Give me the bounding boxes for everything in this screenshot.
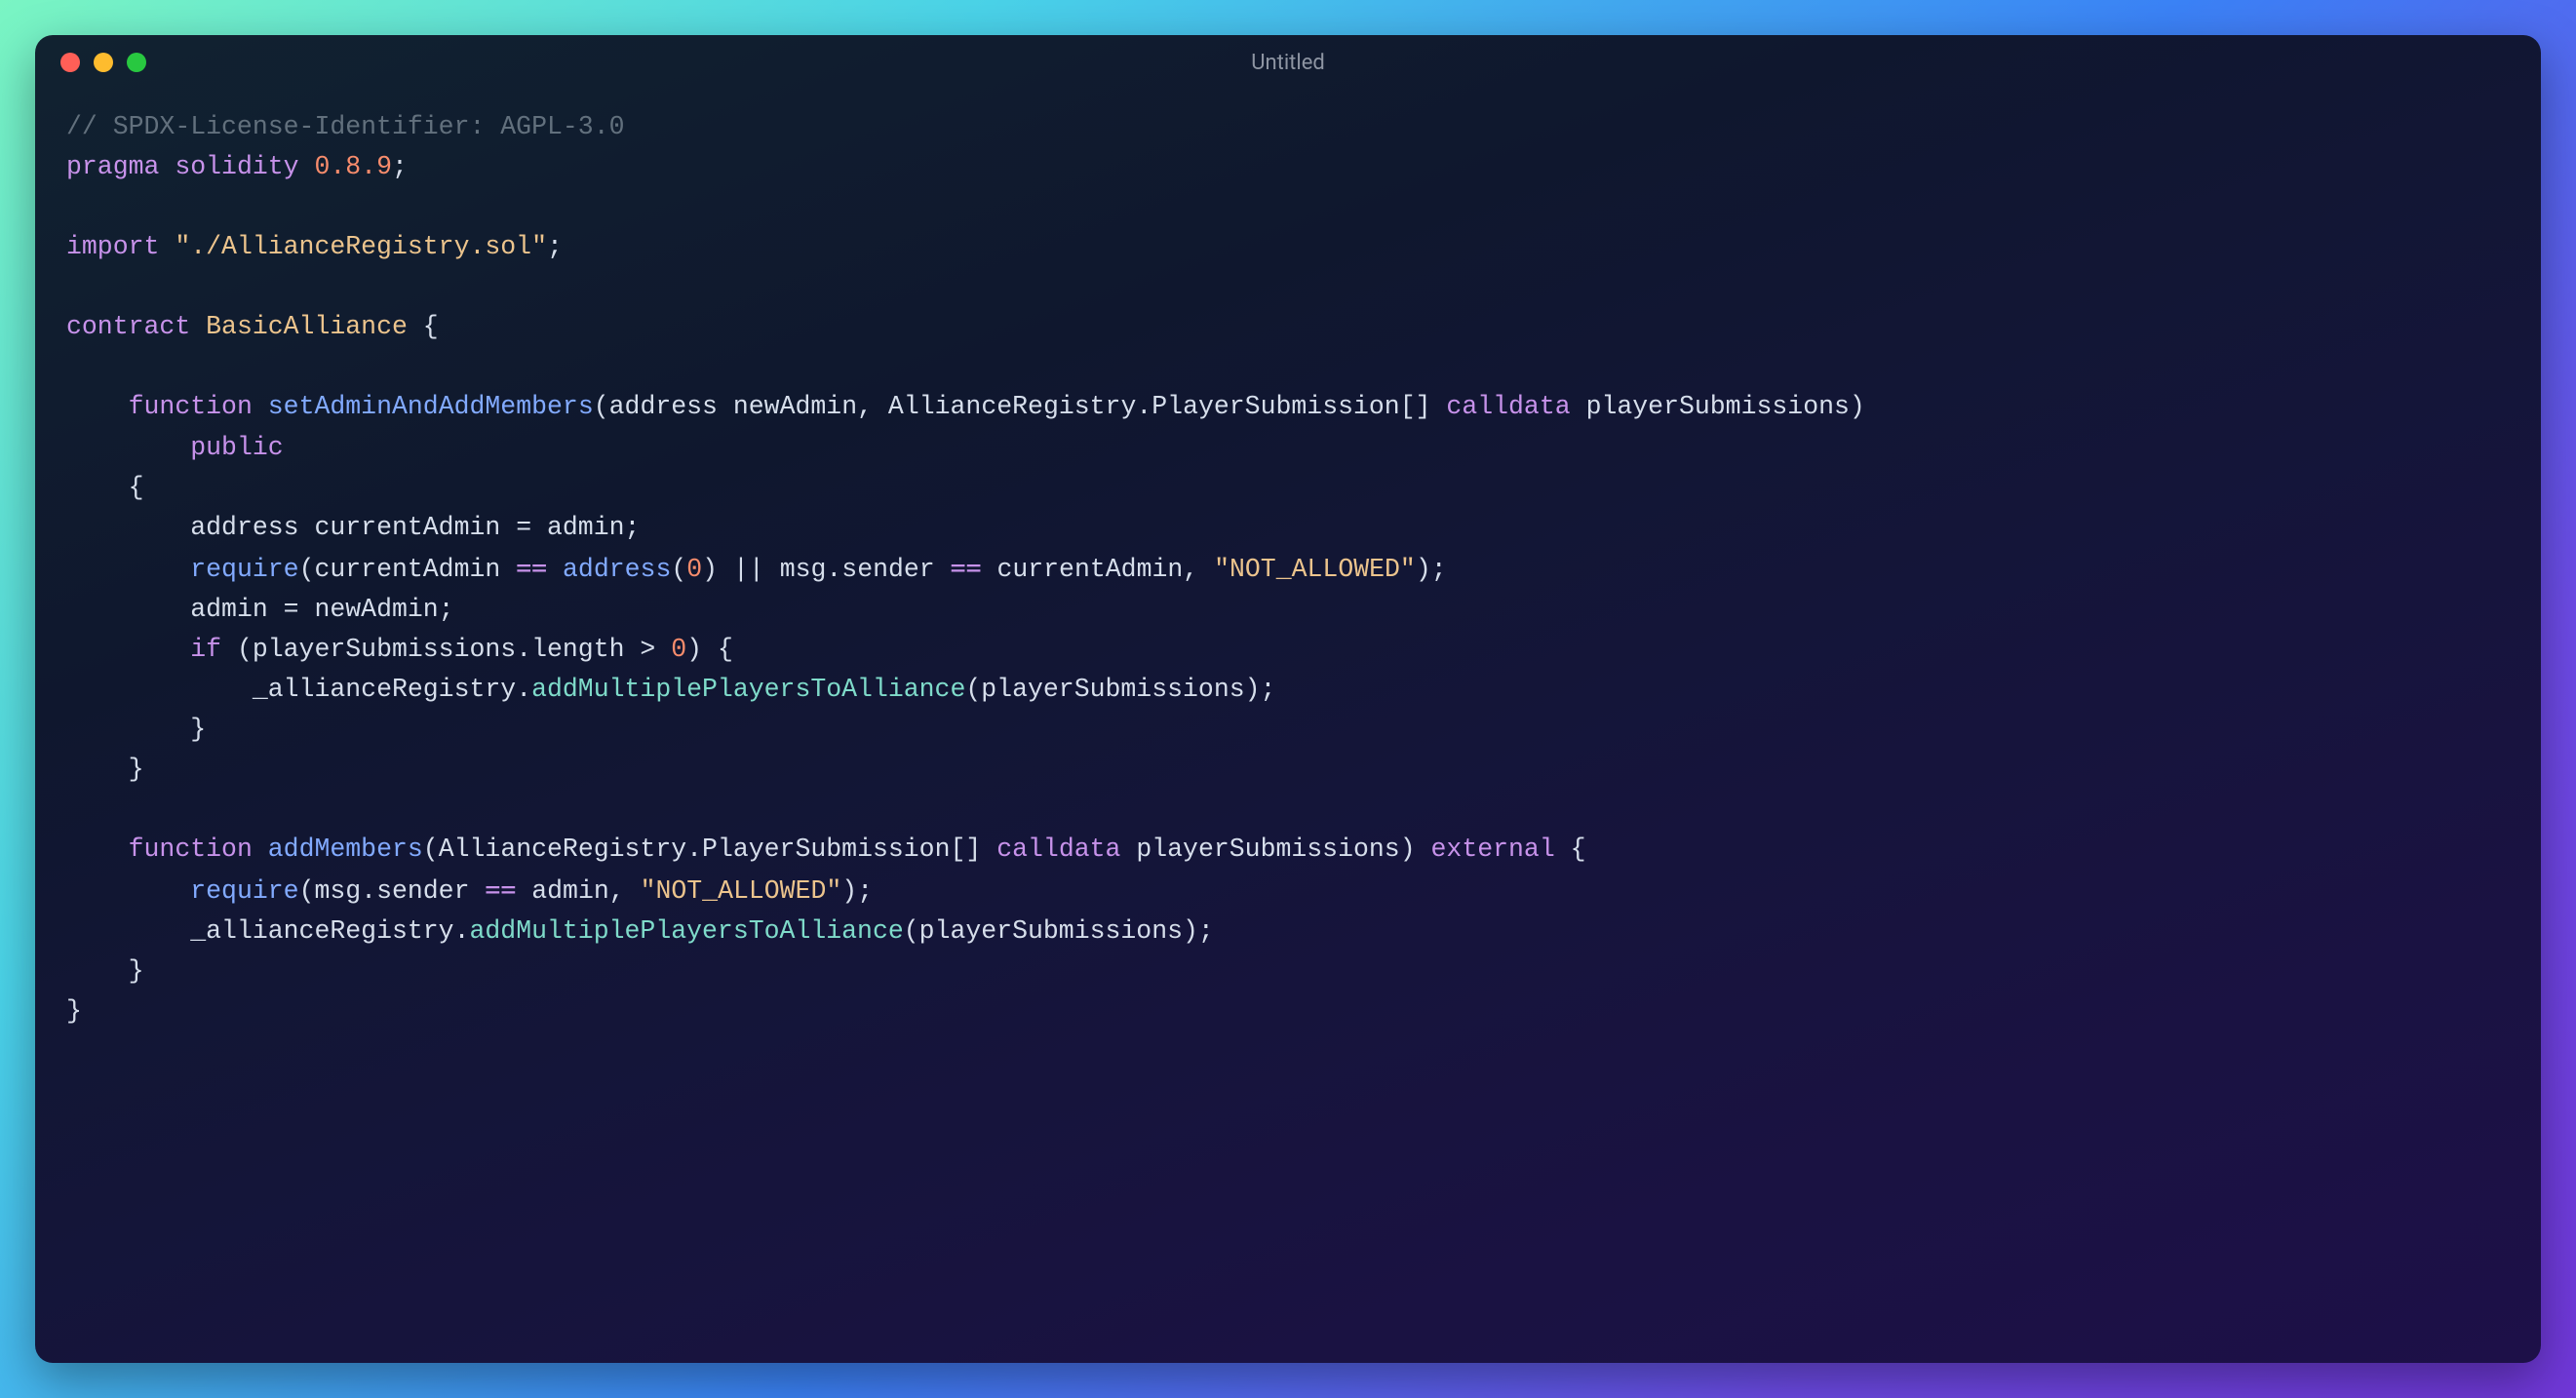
- code-keyword: pragma: [66, 152, 159, 181]
- code-keyword: function: [129, 835, 253, 864]
- code-call: addMultiplePlayersToAlliance: [469, 916, 903, 946]
- zoom-icon[interactable]: [127, 53, 146, 72]
- traffic-lights: [60, 53, 146, 72]
- code-keyword: import: [66, 232, 159, 261]
- code-func: setAdminAndAddMembers: [268, 392, 594, 421]
- code-keyword: function: [129, 392, 253, 421]
- code-keyword: if: [190, 635, 221, 664]
- titlebar: Untitled: [35, 35, 2541, 90]
- code-keyword: external: [1431, 835, 1555, 864]
- code-keyword: public: [190, 433, 283, 462]
- code-call: addMultiplePlayersToAlliance: [531, 675, 965, 704]
- code-version: 0.8.9: [314, 152, 392, 181]
- code-area[interactable]: // SPDX-License-Identifier: AGPL-3.0 pra…: [35, 90, 2541, 1065]
- code-line: address currentAdmin = admin;: [190, 513, 640, 542]
- code-string: "./AllianceRegistry.sol": [175, 232, 547, 261]
- editor-window: Untitled // SPDX-License-Identifier: AGP…: [35, 35, 2541, 1363]
- code-func: addMembers: [268, 835, 423, 864]
- code-type: BasicAlliance: [206, 312, 408, 341]
- window-title: Untitled: [35, 51, 2541, 75]
- code-keyword: contract: [66, 312, 190, 341]
- code-keyword: solidity: [175, 152, 298, 181]
- code-builtin: require: [190, 876, 298, 906]
- minimize-icon[interactable]: [94, 53, 113, 72]
- code-builtin: require: [190, 555, 298, 584]
- close-icon[interactable]: [60, 53, 80, 72]
- code-line: admin = newAdmin;: [190, 595, 453, 624]
- code-comment: // SPDX-License-Identifier: AGPL-3.0: [66, 112, 625, 141]
